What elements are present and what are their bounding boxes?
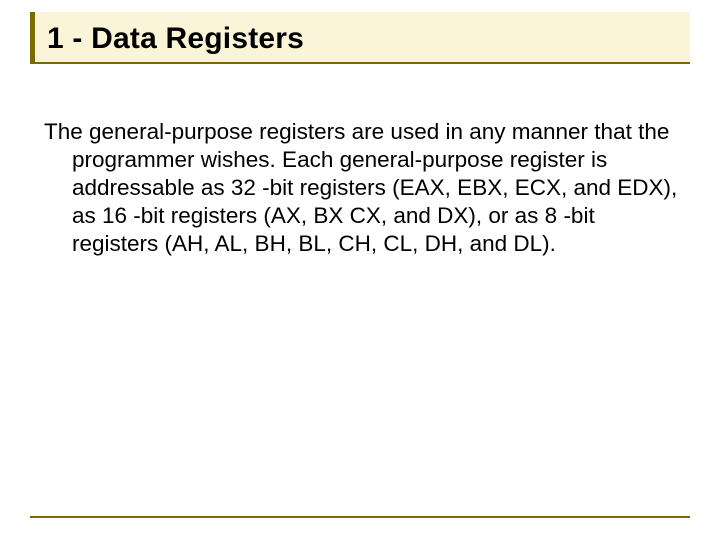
- title-box: 1 - Data Registers: [30, 12, 690, 64]
- body-paragraph: The general-purpose registers are used i…: [44, 118, 680, 257]
- slide-container: 1 - Data Registers The general-purpose r…: [0, 0, 720, 540]
- slide-title: 1 - Data Registers: [47, 22, 678, 56]
- bottom-divider: [30, 516, 690, 518]
- body-area: The general-purpose registers are used i…: [30, 118, 690, 257]
